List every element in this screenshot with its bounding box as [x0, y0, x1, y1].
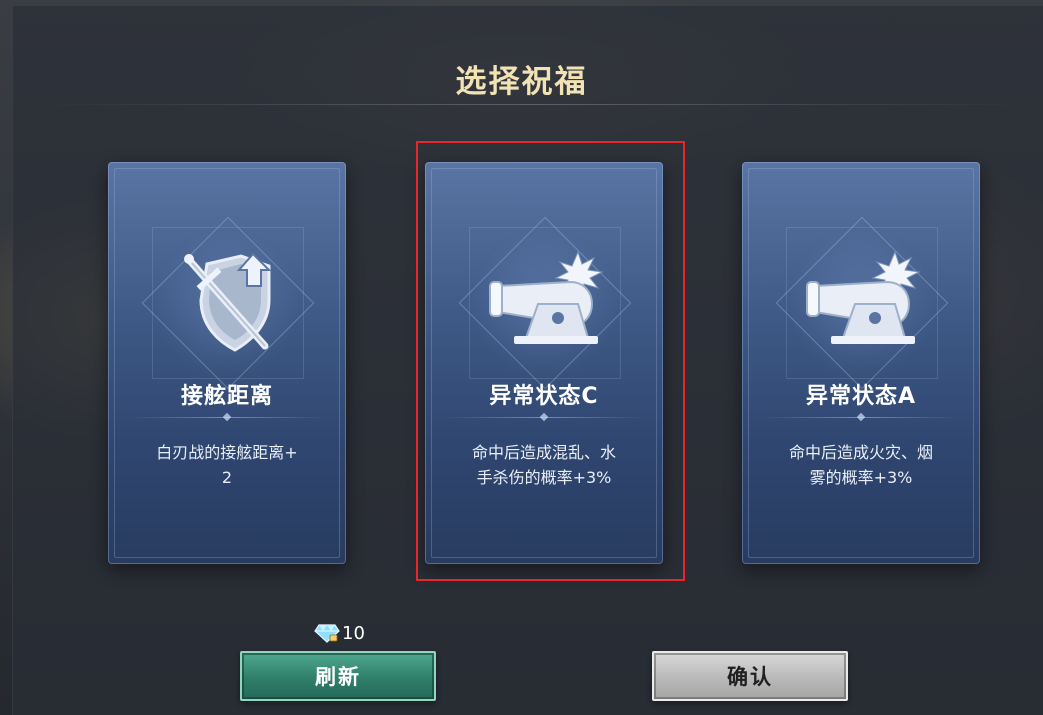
card-description: 命中后造成火灾、烟 雾的概率+3%	[770, 440, 952, 490]
card-title: 接舷距离	[180, 384, 273, 409]
confirm-button[interactable]: 确认	[652, 651, 848, 701]
cannon-icon	[489, 250, 604, 344]
sword-shield-icon	[184, 252, 272, 352]
card-description-line1: 命中后造成火灾、烟	[788, 443, 933, 462]
blessing-card-status-c[interactable]: 异常状态C 命中后造成混乱、水 手杀伤的概率+3%	[425, 162, 663, 564]
dialog-title: 选择祝福	[455, 64, 588, 100]
refresh-cost-value: 10	[342, 622, 365, 644]
card-description-line1: 命中后造成混乱、水	[471, 443, 616, 462]
card-description: 命中后造成混乱、水 手杀伤的概率+3%	[453, 440, 635, 490]
card-description: 白刃战的接舷距离+ 2	[136, 440, 318, 490]
blessing-card-status-a[interactable]: 异常状态A 命中后造成火灾、烟 雾的概率+3%	[742, 162, 980, 564]
card-description-line2: 手杀伤的概率+3%	[476, 468, 612, 487]
blessing-card-boarding-distance[interactable]: 接舷距离 白刃战的接舷距离+ 2	[108, 162, 346, 564]
refresh-cost: 10	[314, 622, 365, 644]
diamond-icon	[314, 624, 340, 643]
cannon-icon	[806, 250, 921, 344]
refresh-button[interactable]: 刷新	[240, 651, 436, 701]
card-title: 异常状态A	[805, 384, 917, 409]
card-title: 异常状态C	[489, 384, 599, 409]
title-divider	[40, 104, 1030, 105]
card-description-line1: 白刃战的接舷距离+	[156, 443, 298, 462]
card-description-line2: 2	[221, 468, 233, 487]
card-description-line2: 雾的概率+3%	[809, 468, 913, 487]
